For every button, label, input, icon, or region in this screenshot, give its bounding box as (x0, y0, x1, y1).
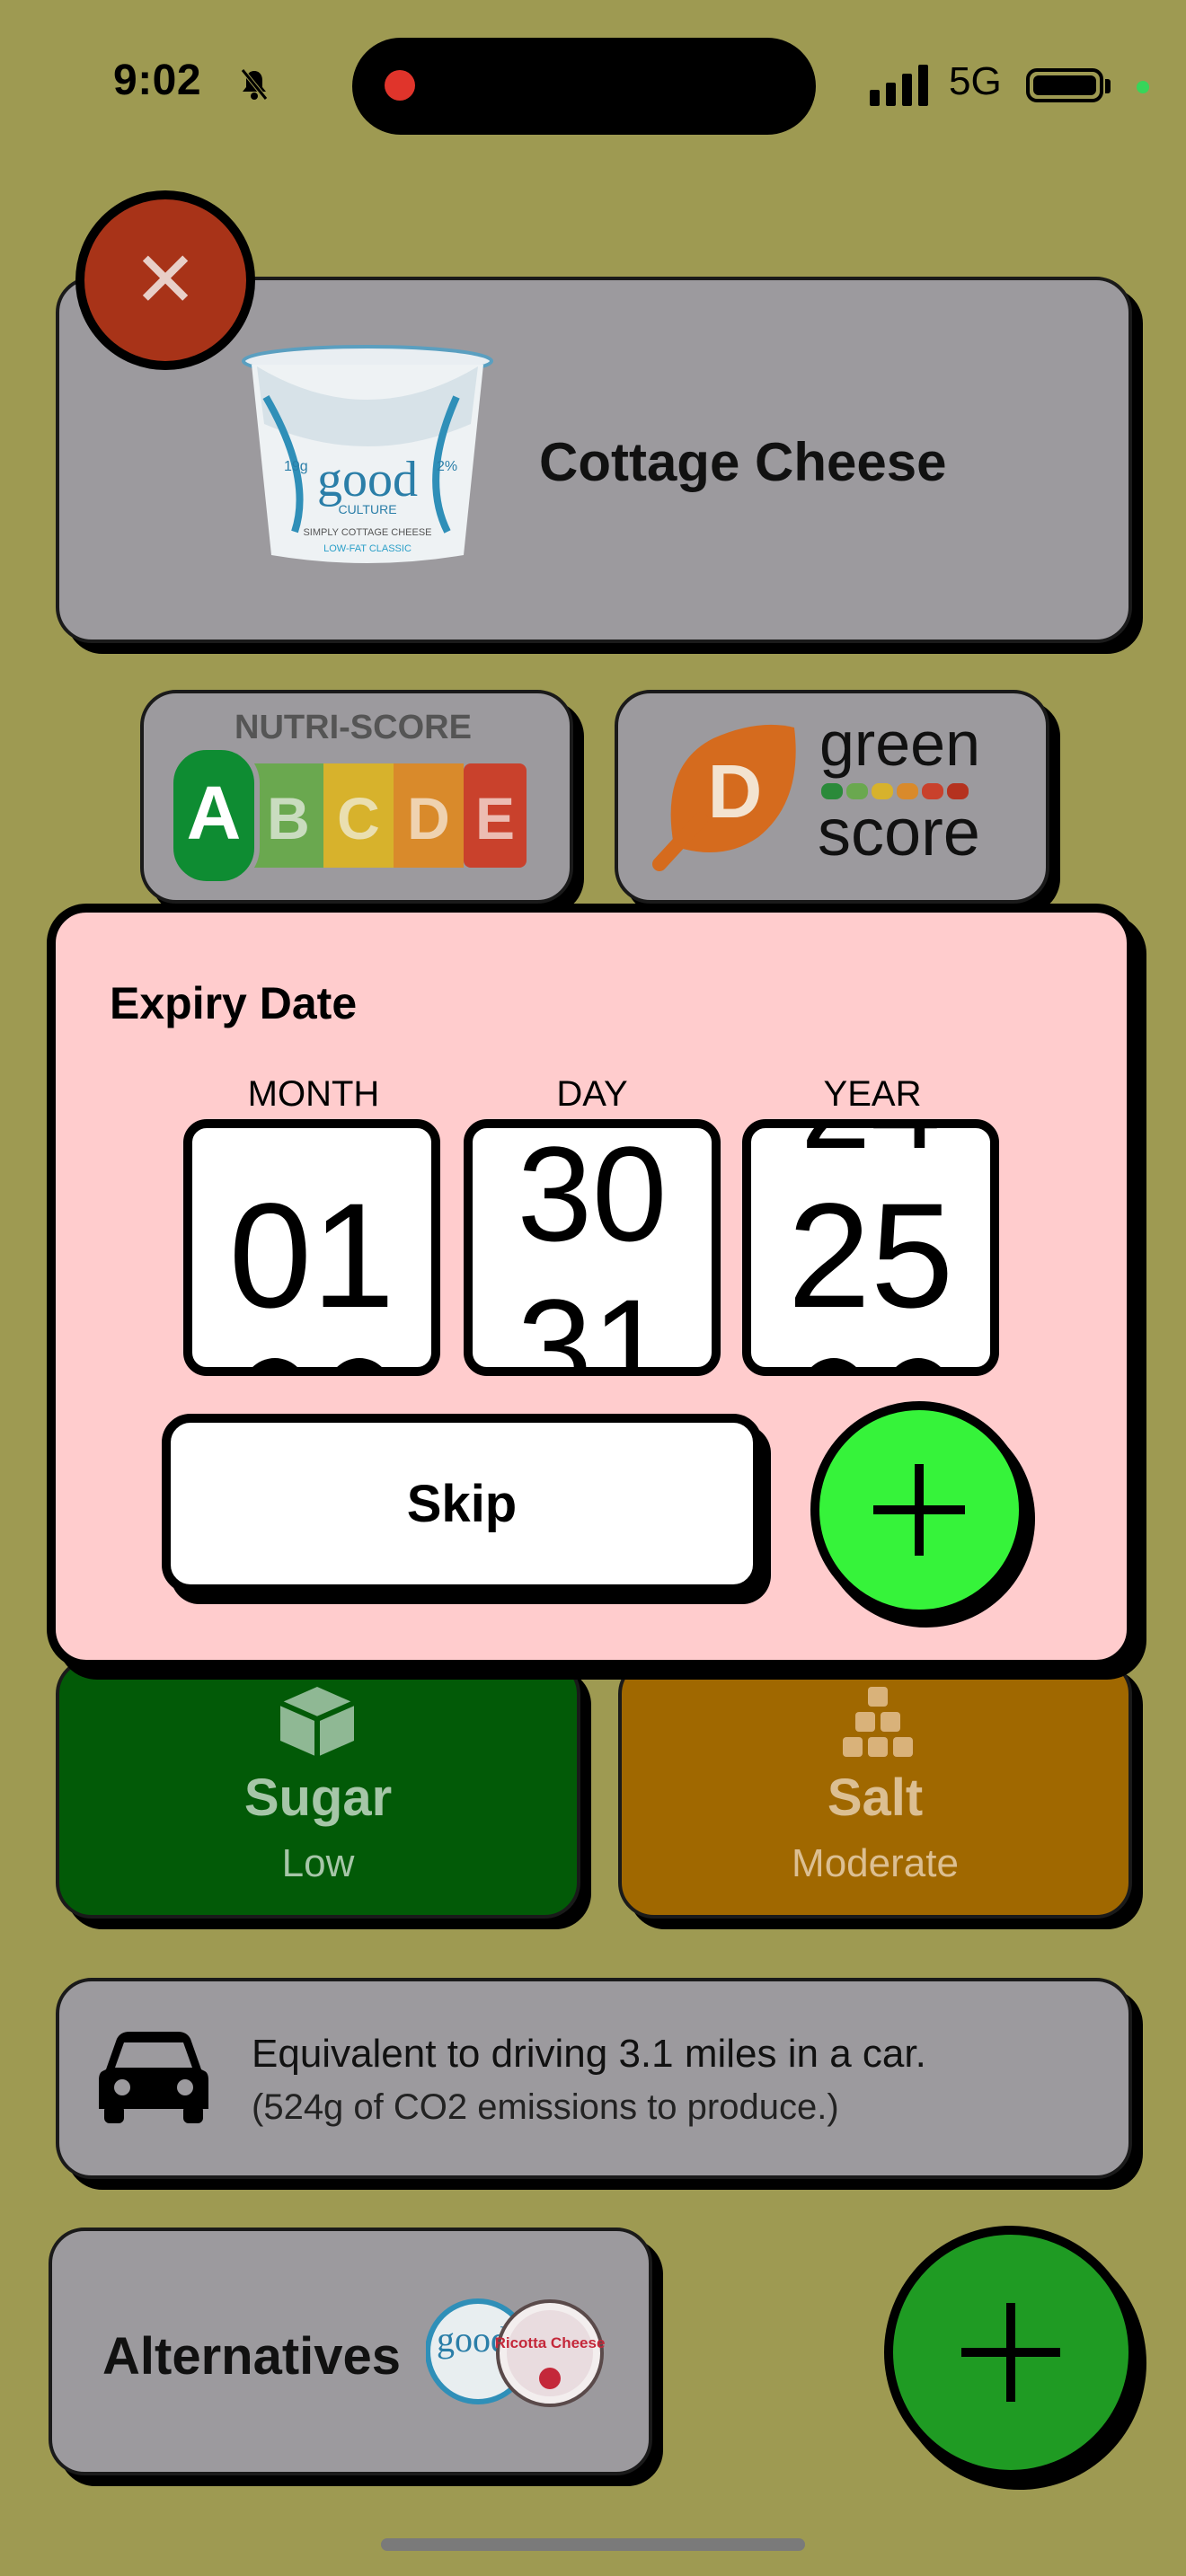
year-label: YEAR (823, 1074, 922, 1114)
svg-text:D: D (708, 749, 763, 834)
close-button[interactable]: ✕ (75, 190, 255, 370)
svg-text:D: D (407, 785, 450, 851)
network-label: 5G (949, 59, 1002, 103)
sugar-level: Low (281, 1841, 355, 1885)
product-name: Cottage Cheese (539, 432, 947, 492)
year-prev: 24 (751, 1128, 990, 1168)
emissions-detail: (524g of CO2 emissions to produce.) (252, 2087, 839, 2127)
sugar-label: Sugar (243, 1769, 393, 1827)
product-image: good CULTURE SIMPLY COTTAGE CHEESE LOW-F… (242, 345, 493, 563)
add-product-button[interactable] (884, 2226, 1137, 2479)
green-score-badge: D green score (652, 711, 980, 871)
dynamic-island (352, 38, 816, 135)
modal-title: Expiry Date (110, 978, 358, 1028)
month-picker[interactable]: 01 (183, 1119, 440, 1376)
salt-level: Moderate (792, 1841, 959, 1885)
year-value: 25 (787, 1173, 954, 1339)
svg-text:19g: 19g (284, 459, 308, 474)
emissions-card[interactable] (56, 1978, 1132, 2179)
month-label: MONTH (247, 1074, 380, 1114)
skip-button[interactable]: Skip (162, 1414, 762, 1593)
battery-tip (1105, 79, 1111, 93)
alternatives-thumbnails: good Ricotta Cheese (426, 2298, 606, 2407)
plus-icon (961, 2303, 1060, 2402)
day-picker[interactable]: 30 31 (464, 1119, 721, 1376)
skip-label: Skip (406, 1474, 518, 1533)
svg-text:E: E (475, 785, 515, 851)
day-prev: 30 (517, 1119, 668, 1269)
svg-text:C: C (337, 785, 380, 851)
svg-text:B: B (267, 785, 310, 851)
alternatives-label: Alternatives (102, 2327, 402, 2386)
bell-slash-icon (241, 68, 268, 101)
battery-icon (1026, 68, 1103, 102)
nutri-score-badge: NUTRI-SCORE A B C D E (168, 709, 527, 887)
car-icon (99, 2032, 208, 2123)
salt-cubes-icon (843, 1687, 913, 1757)
confirm-expiry-button[interactable] (810, 1401, 1028, 1619)
cube-icon (279, 1687, 356, 1757)
plus-icon (873, 1464, 965, 1556)
svg-text:Ricotta Cheese: Ricotta Cheese (495, 2334, 606, 2351)
product-brand: good (317, 452, 418, 507)
svg-text:NUTRI-SCORE: NUTRI-SCORE (235, 709, 472, 746)
year-picker[interactable]: 24 25 (742, 1119, 999, 1376)
salt-label: Salt (827, 1769, 924, 1827)
signal-icon (870, 65, 928, 106)
privacy-indicator (1137, 81, 1149, 93)
status-time: 9:02 (113, 57, 202, 104)
emissions-equivalent: Equivalent to driving 3.1 miles in a car… (252, 2032, 926, 2076)
recording-indicator (385, 70, 415, 101)
day-label: DAY (556, 1074, 628, 1114)
day-value: 31 (517, 1271, 668, 1376)
svg-text:CULTURE: CULTURE (338, 502, 396, 516)
svg-text:LOW-FAT CLASSIC: LOW-FAT CLASSIC (323, 543, 412, 554)
svg-text:score: score (818, 795, 980, 869)
salt-card[interactable]: Salt Moderate (618, 1658, 1132, 1919)
svg-text:2%: 2% (437, 459, 457, 474)
svg-text:green: green (819, 711, 980, 779)
home-indicator[interactable] (381, 2538, 805, 2551)
svg-text:A: A (187, 771, 242, 855)
svg-text:SIMPLY COTTAGE CHEESE: SIMPLY COTTAGE CHEESE (303, 527, 431, 538)
sugar-card[interactable]: Sugar Low (56, 1658, 580, 1919)
close-icon: ✕ (132, 237, 199, 323)
month-value: 01 (228, 1173, 395, 1339)
